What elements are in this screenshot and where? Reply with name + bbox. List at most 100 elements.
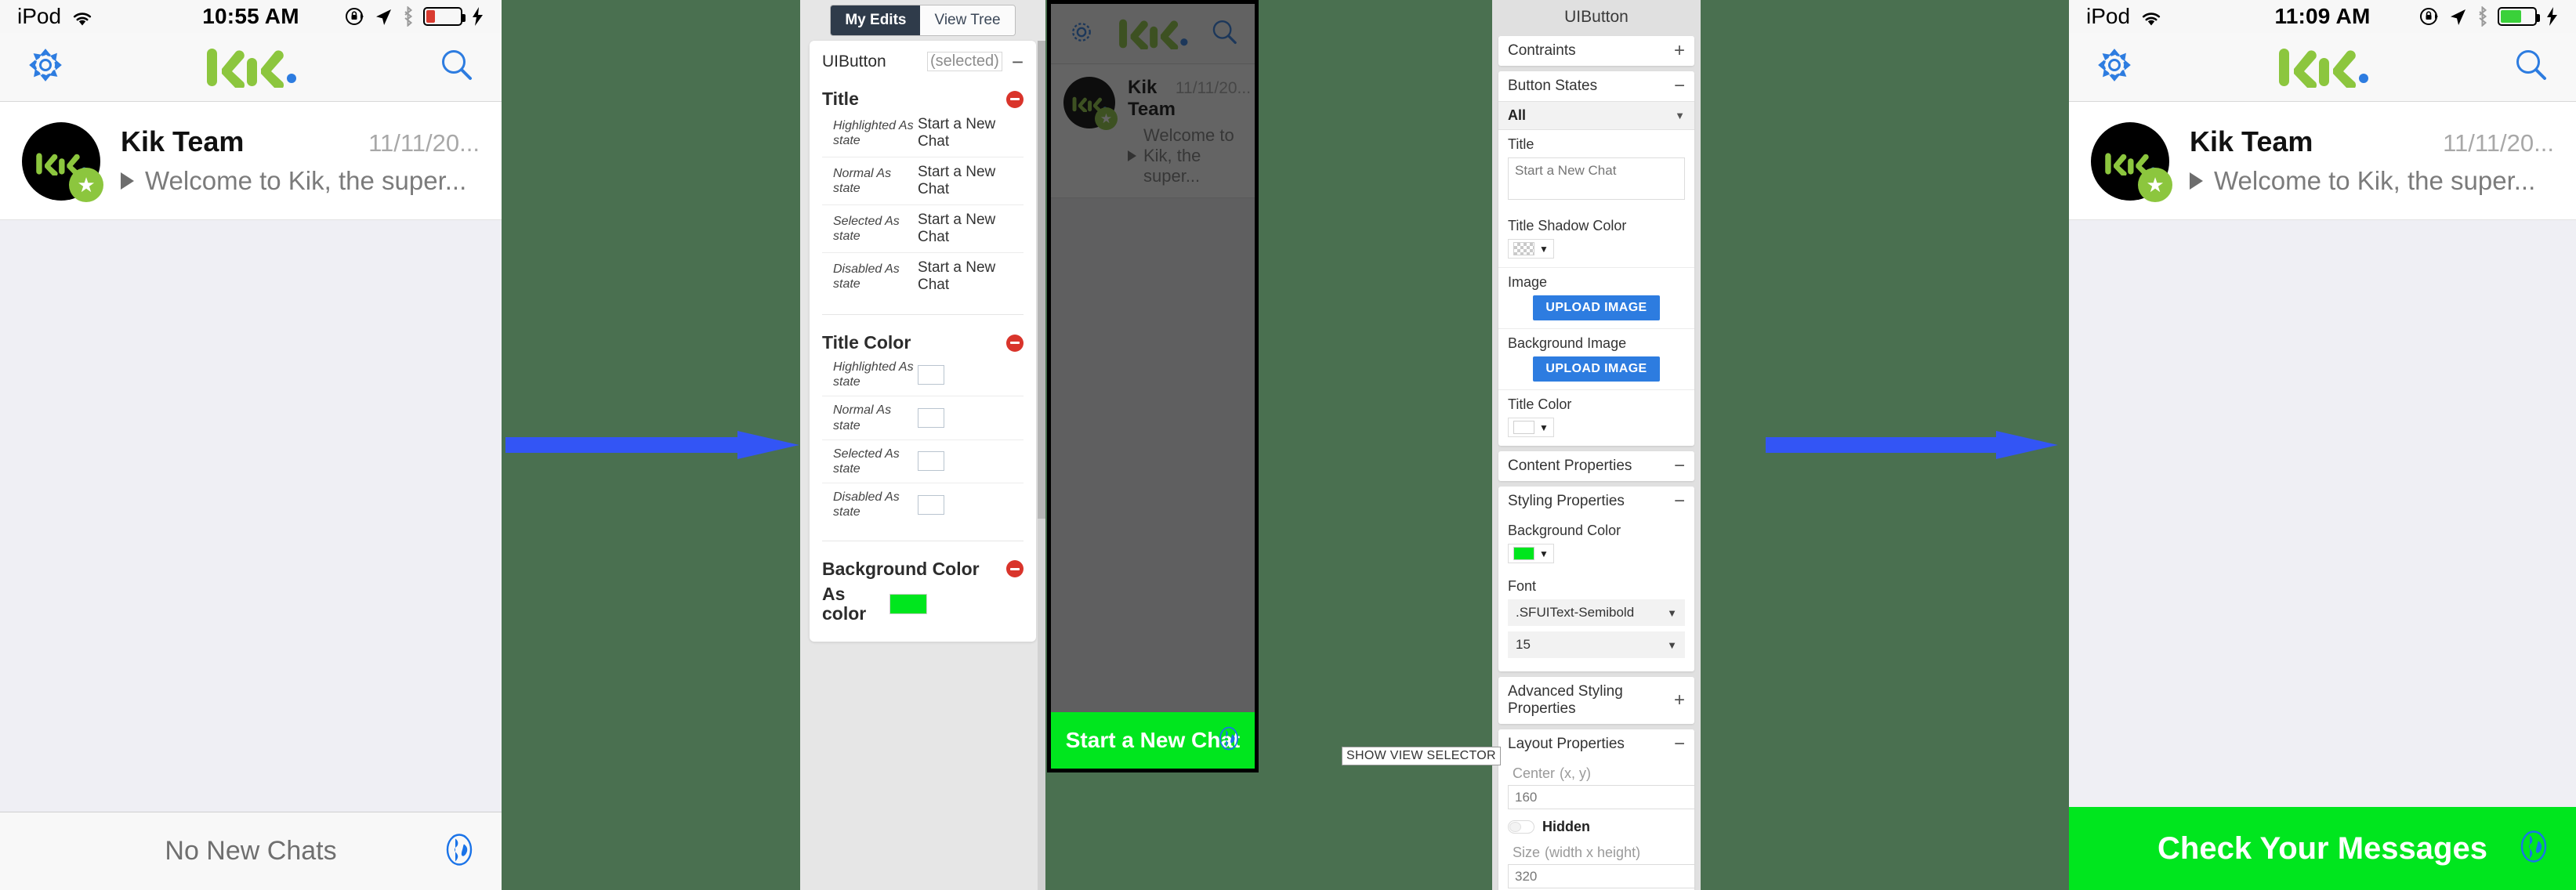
chat-meta: Kik Team 11/11/20... Welcome to Kik, the…: [2190, 122, 2554, 196]
my-edits-panel: My Edits View Tree UIButton (selected) −…: [800, 0, 1045, 890]
as-color-label: As color: [822, 583, 867, 624]
property-row[interactable]: Highlighted As state Start a New Chat: [822, 110, 1024, 157]
gear-icon[interactable]: [27, 46, 64, 88]
check-your-messages-button[interactable]: Check Your Messages: [2069, 807, 2576, 890]
field-title: Title: [1498, 130, 1694, 212]
chat-list-item[interactable]: ★ Kik Team 11/11/20... Welcome to Kik, t…: [2069, 102, 2576, 220]
property-row[interactable]: Normal As state Start a New Chat: [822, 157, 1024, 205]
kik-logo: [0, 47, 502, 90]
field-label: Title Shadow Color: [1508, 218, 1627, 233]
color-swatch-green[interactable]: [889, 594, 927, 615]
hidden-toggle-row[interactable]: Hidden: [1498, 809, 1694, 845]
minus-icon[interactable]: −: [1012, 52, 1024, 72]
color-swatch[interactable]: [918, 364, 944, 385]
background-color-row[interactable]: As color: [822, 584, 1024, 625]
field-title-color: Title Color ▼: [1498, 389, 1694, 446]
plus-icon[interactable]: +: [1674, 42, 1685, 60]
search-icon[interactable]: [2512, 46, 2549, 88]
group-header-title: Title: [822, 89, 1024, 110]
font-size-select[interactable]: 15 ▼: [1508, 631, 1685, 658]
play-triangle-icon: [2190, 172, 2203, 190]
chevron-down-icon: ▼: [1539, 421, 1549, 433]
edits-card-header: UIButton (selected) −: [822, 52, 1024, 72]
property-row[interactable]: Selected As state Start a New Chat: [822, 205, 1024, 253]
bluetooth-icon: [401, 5, 415, 27]
status-right: [345, 5, 484, 27]
section-label: Layout Properties: [1508, 736, 1625, 752]
plus-icon[interactable]: +: [1674, 691, 1685, 710]
tab-view-tree[interactable]: View Tree: [920, 5, 1015, 35]
avatar: ★: [2091, 122, 2172, 202]
delete-circle-icon[interactable]: [1006, 90, 1024, 108]
background-color-picker[interactable]: ▼: [1508, 544, 1554, 563]
preview-chat-list-item[interactable]: ★ Kik Team 11/11/20... Welcome to Kik, t…: [1051, 64, 1255, 198]
minus-icon[interactable]: −: [1674, 77, 1685, 96]
color-swatch[interactable]: [918, 494, 944, 515]
delete-circle-icon[interactable]: [1006, 560, 1024, 577]
hidden-toggle[interactable]: [1508, 820, 1534, 834]
show-view-selector-tooltip[interactable]: SHOW VIEW SELECTOR: [1342, 747, 1501, 765]
property-row[interactable]: Normal As state: [822, 396, 1024, 440]
font-family-value: .SFUIText-Semibold: [1516, 605, 1635, 620]
globe-icon[interactable]: [2518, 829, 2549, 869]
state-select[interactable]: All ▼: [1498, 101, 1694, 130]
property-row[interactable]: Selected As state: [822, 440, 1024, 484]
search-icon[interactable]: [1209, 17, 1239, 51]
property-row[interactable]: Disabled As state Start a New Chat: [822, 253, 1024, 300]
battery-icon: [2498, 7, 2540, 26]
field-background-image: Background Image UPLOAD IMAGE: [1498, 328, 1694, 389]
cta-label: Check Your Messages: [2158, 830, 2487, 866]
center-x-input[interactable]: [1508, 785, 1694, 809]
upload-image-button[interactable]: UPLOAD IMAGE: [1533, 295, 1660, 320]
color-swatch[interactable]: [918, 408, 944, 429]
field-image: Image UPLOAD IMAGE: [1498, 267, 1694, 328]
section-label: Contraints: [1508, 42, 1576, 59]
minus-icon[interactable]: −: [1674, 457, 1685, 476]
search-icon[interactable]: [437, 46, 475, 88]
section-constraints[interactable]: Contraints +: [1498, 36, 1694, 66]
upload-background-image-button[interactable]: UPLOAD IMAGE: [1533, 356, 1660, 382]
rotation-lock-icon: [345, 6, 365, 27]
property-value: Start a New Chat: [918, 116, 996, 150]
device-preview[interactable]: ★ Kik Team 11/11/20... Welcome to Kik, t…: [1047, 0, 1259, 772]
property-row[interactable]: Highlighted As state: [822, 353, 1024, 397]
property-value: Start a New Chat: [918, 259, 996, 293]
arrow-left-to-editor: [505, 429, 799, 461]
selected-uibutton[interactable]: Start a New Chat: [1051, 712, 1255, 769]
section-layout-properties: Layout Properties − Center(x, y) , Hidde…: [1498, 729, 1694, 890]
tab-my-edits[interactable]: My Edits: [831, 5, 921, 35]
chat-date: 11/11/20...: [368, 129, 480, 157]
gear-icon[interactable]: [2096, 46, 2133, 88]
avatar: ★: [1063, 77, 1118, 130]
title-color-picker[interactable]: ▼: [1508, 418, 1554, 437]
chat-preview-text: Welcome to Kik, the super...: [1143, 125, 1234, 186]
section-advanced-styling-properties[interactable]: Advanced Styling Properties +: [1498, 677, 1694, 724]
chat-preview-text: Welcome to Kik, the super...: [2214, 166, 2536, 195]
minus-icon[interactable]: −: [1674, 492, 1685, 511]
edits-card: UIButton (selected) − Title Highlighted …: [810, 41, 1036, 642]
minus-icon[interactable]: −: [1674, 735, 1685, 754]
section-label: Button States: [1508, 78, 1598, 94]
arrow-inspector-to-right-phone: [1766, 429, 2058, 461]
title-shadow-color-picker[interactable]: ▼: [1508, 239, 1554, 259]
section-button-states: Button States − All ▼ Title Title Shadow…: [1498, 71, 1694, 446]
field-label: Title Color: [1508, 396, 1572, 412]
property-row[interactable]: Disabled As state: [822, 483, 1024, 526]
size-width-input[interactable]: [1508, 864, 1694, 888]
globe-icon[interactable]: [444, 831, 475, 871]
title-input[interactable]: [1508, 157, 1685, 200]
delete-circle-icon[interactable]: [1006, 334, 1024, 352]
verified-star-icon: ★: [69, 168, 103, 202]
editor-scrollbar[interactable]: [1038, 41, 1045, 890]
white-swatch: [1513, 421, 1534, 434]
chat-preview-text: Welcome to Kik, the super...: [145, 166, 467, 195]
hidden-label: Hidden: [1542, 819, 1590, 834]
property-value: Start a New Chat: [918, 212, 996, 245]
gear-icon[interactable]: [1067, 17, 1096, 51]
size-inputs: x: [1498, 864, 1694, 890]
color-swatch[interactable]: [918, 451, 944, 472]
globe-icon[interactable]: [1217, 725, 1241, 756]
section-content-properties[interactable]: Content Properties −: [1498, 451, 1694, 481]
chat-list-item[interactable]: ★ Kik Team 11/11/20... Welcome to Kik, t…: [0, 102, 502, 220]
font-family-select[interactable]: .SFUIText-Semibold ▼: [1508, 599, 1685, 626]
